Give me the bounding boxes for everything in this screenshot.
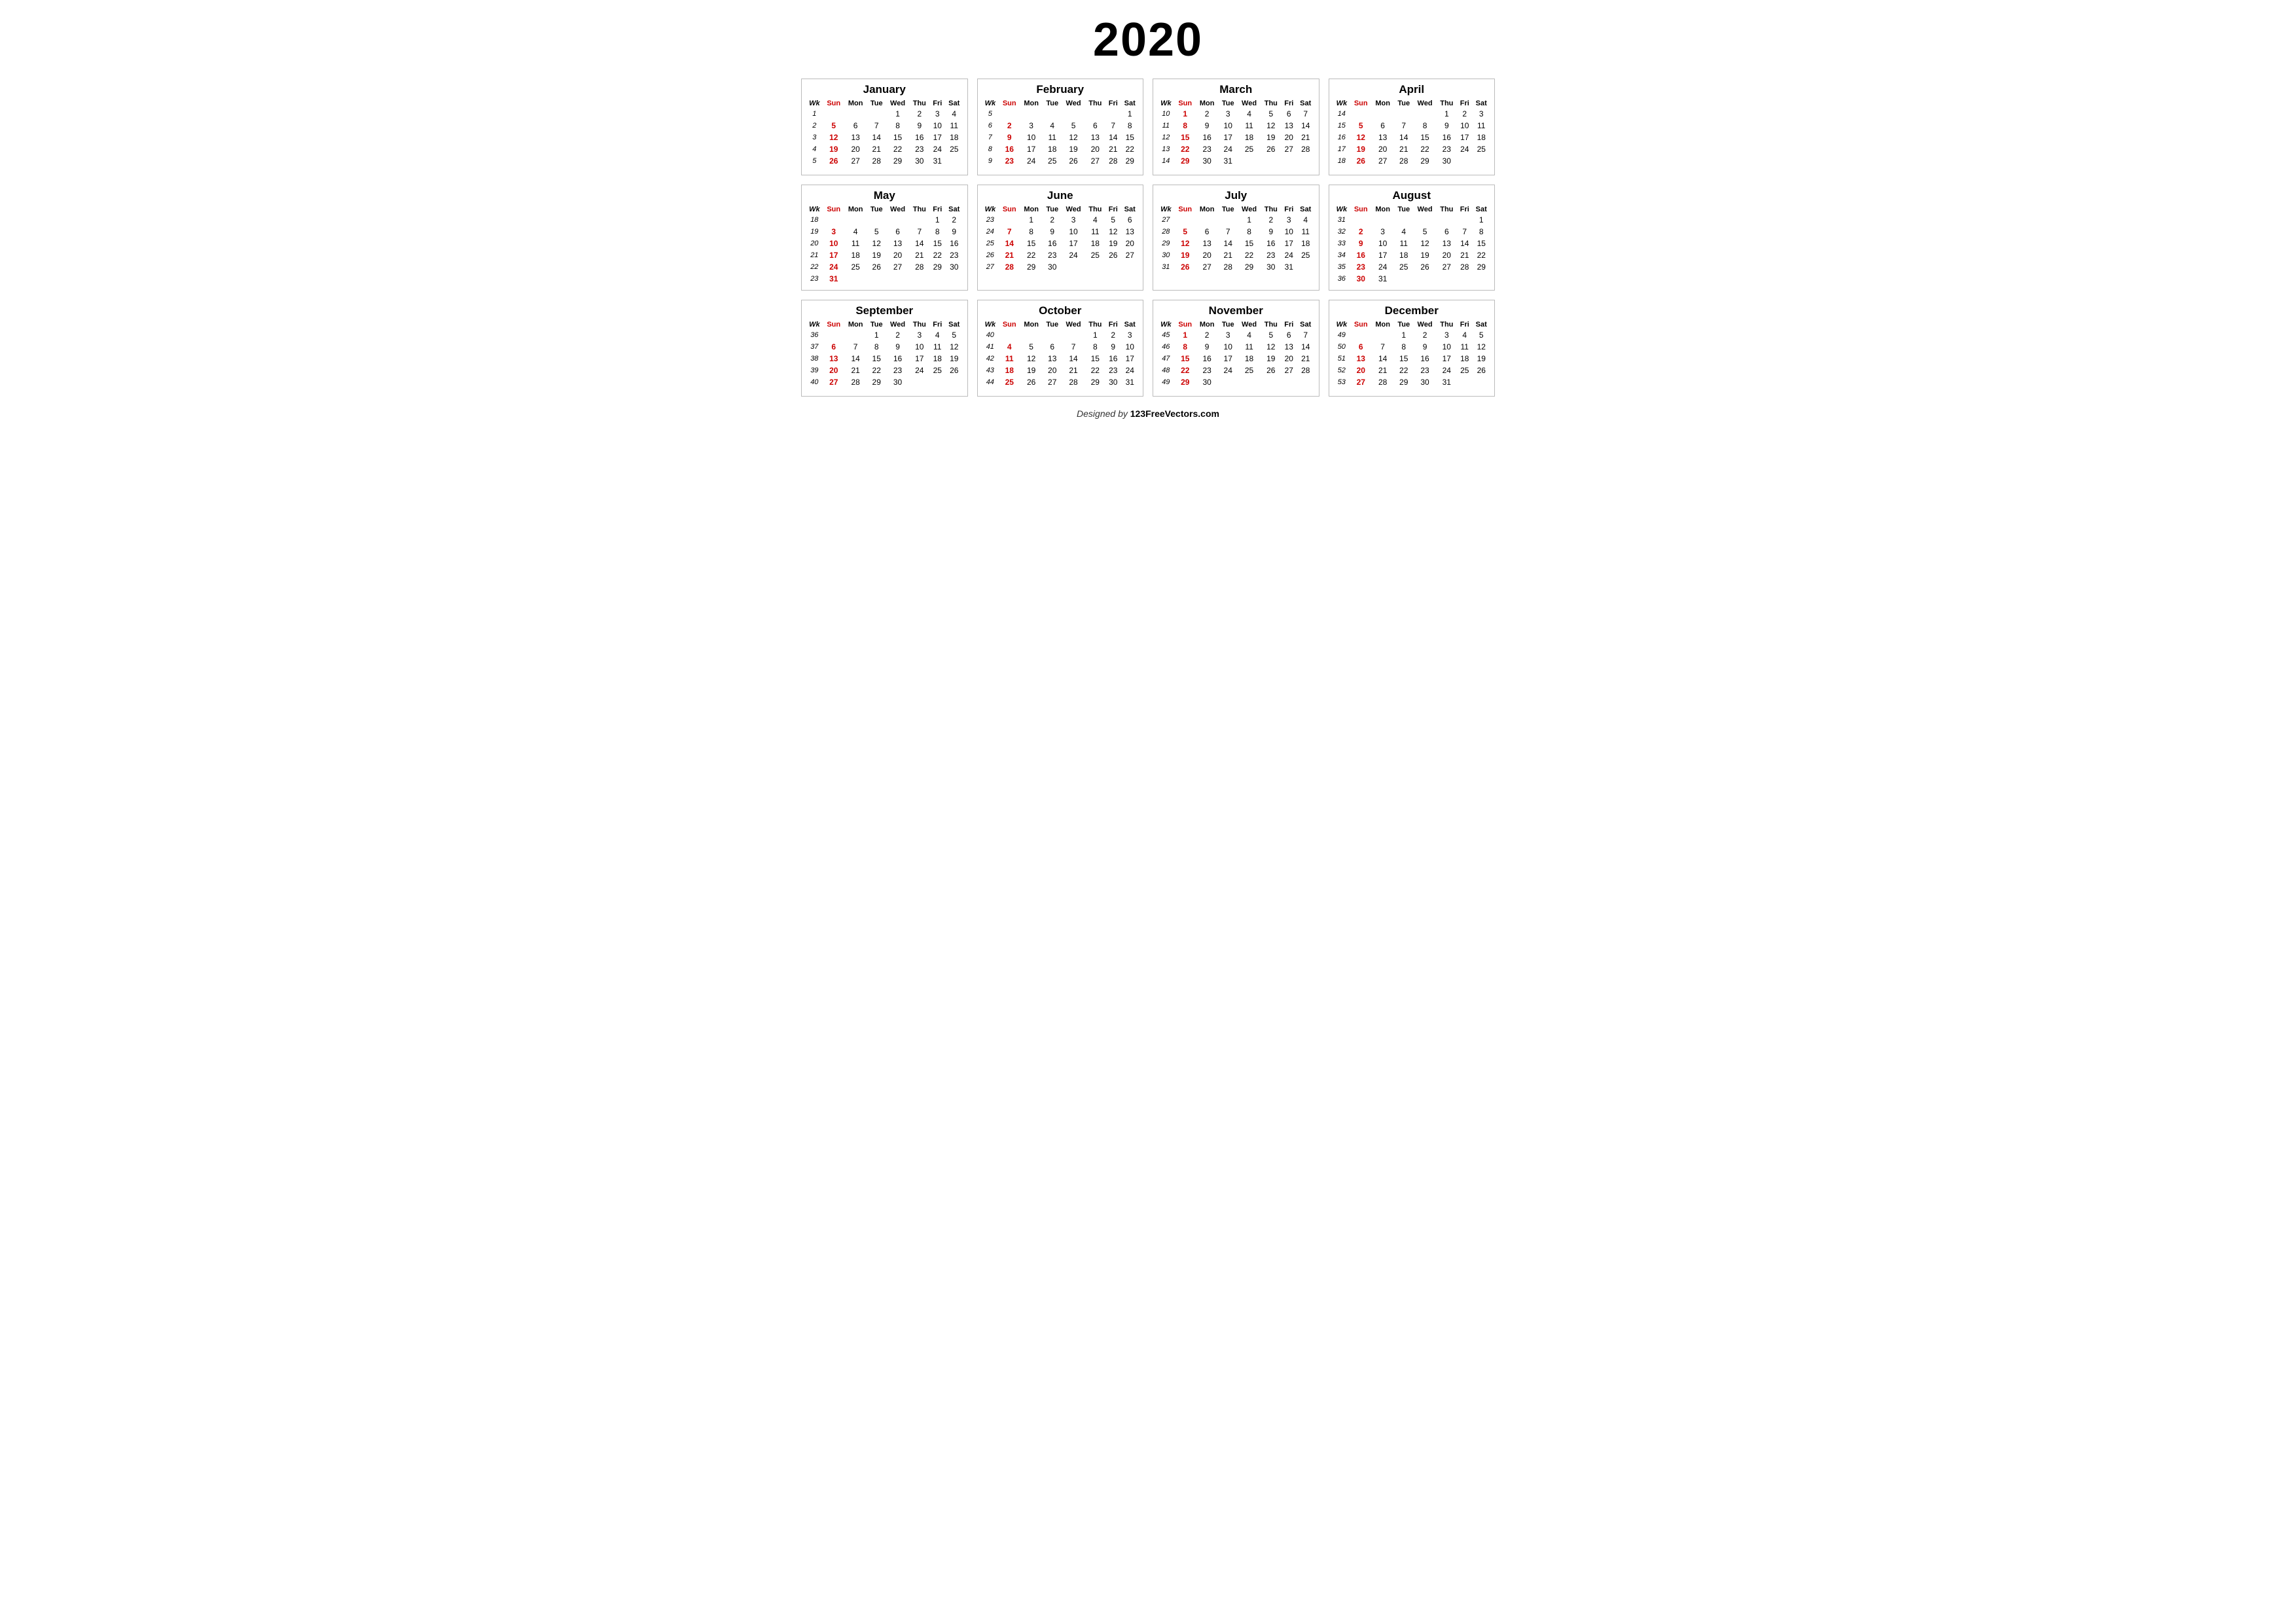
month-block-january: JanuaryWkSunMonTueWedThuFriSat1123425678… <box>801 79 968 175</box>
month-block-september: SeptemberWkSunMonTueWedThuFriSat36123453… <box>801 300 968 397</box>
month-title: December <box>1333 304 1491 317</box>
month-title: June <box>982 189 1139 202</box>
month-block-march: MarchWkSunMonTueWedThuFriSat101234567118… <box>1153 79 1319 175</box>
month-title: September <box>806 304 963 317</box>
month-title: November <box>1157 304 1315 317</box>
month-block-november: NovemberWkSunMonTueWedThuFriSat451234567… <box>1153 300 1319 397</box>
month-block-may: MayWkSunMonTueWedThuFriSat18121934567892… <box>801 185 968 291</box>
month-title: March <box>1157 83 1315 96</box>
month-block-august: AugustWkSunMonTueWedThuFriSat31132234567… <box>1329 185 1496 291</box>
month-title: May <box>806 189 963 202</box>
year-title: 2020 <box>801 13 1495 67</box>
calendar-grid: JanuaryWkSunMonTueWedThuFriSat1123425678… <box>801 79 1495 397</box>
month-title: August <box>1333 189 1491 202</box>
month-title: April <box>1333 83 1491 96</box>
month-block-october: OctoberWkSunMonTueWedThuFriSat4012341456… <box>977 300 1144 397</box>
month-title: February <box>982 83 1139 96</box>
month-title: January <box>806 83 963 96</box>
month-block-december: DecemberWkSunMonTueWedThuFriSat491234550… <box>1329 300 1496 397</box>
footer-prefix: Designed by <box>1077 408 1128 419</box>
month-title: July <box>1157 189 1315 202</box>
month-title: October <box>982 304 1139 317</box>
footer-brand: 123FreeVectors.com <box>1130 408 1219 419</box>
month-block-july: JulyWkSunMonTueWedThuFriSat2712342856789… <box>1153 185 1319 291</box>
month-block-april: AprilWkSunMonTueWedThuFriSat141231556789… <box>1329 79 1496 175</box>
footer: Designed by 123FreeVectors.com <box>801 408 1495 419</box>
month-block-june: JuneWkSunMonTueWedThuFriSat2312345624789… <box>977 185 1144 291</box>
month-block-february: FebruaryWkSunMonTueWedThuFriSat516234567… <box>977 79 1144 175</box>
